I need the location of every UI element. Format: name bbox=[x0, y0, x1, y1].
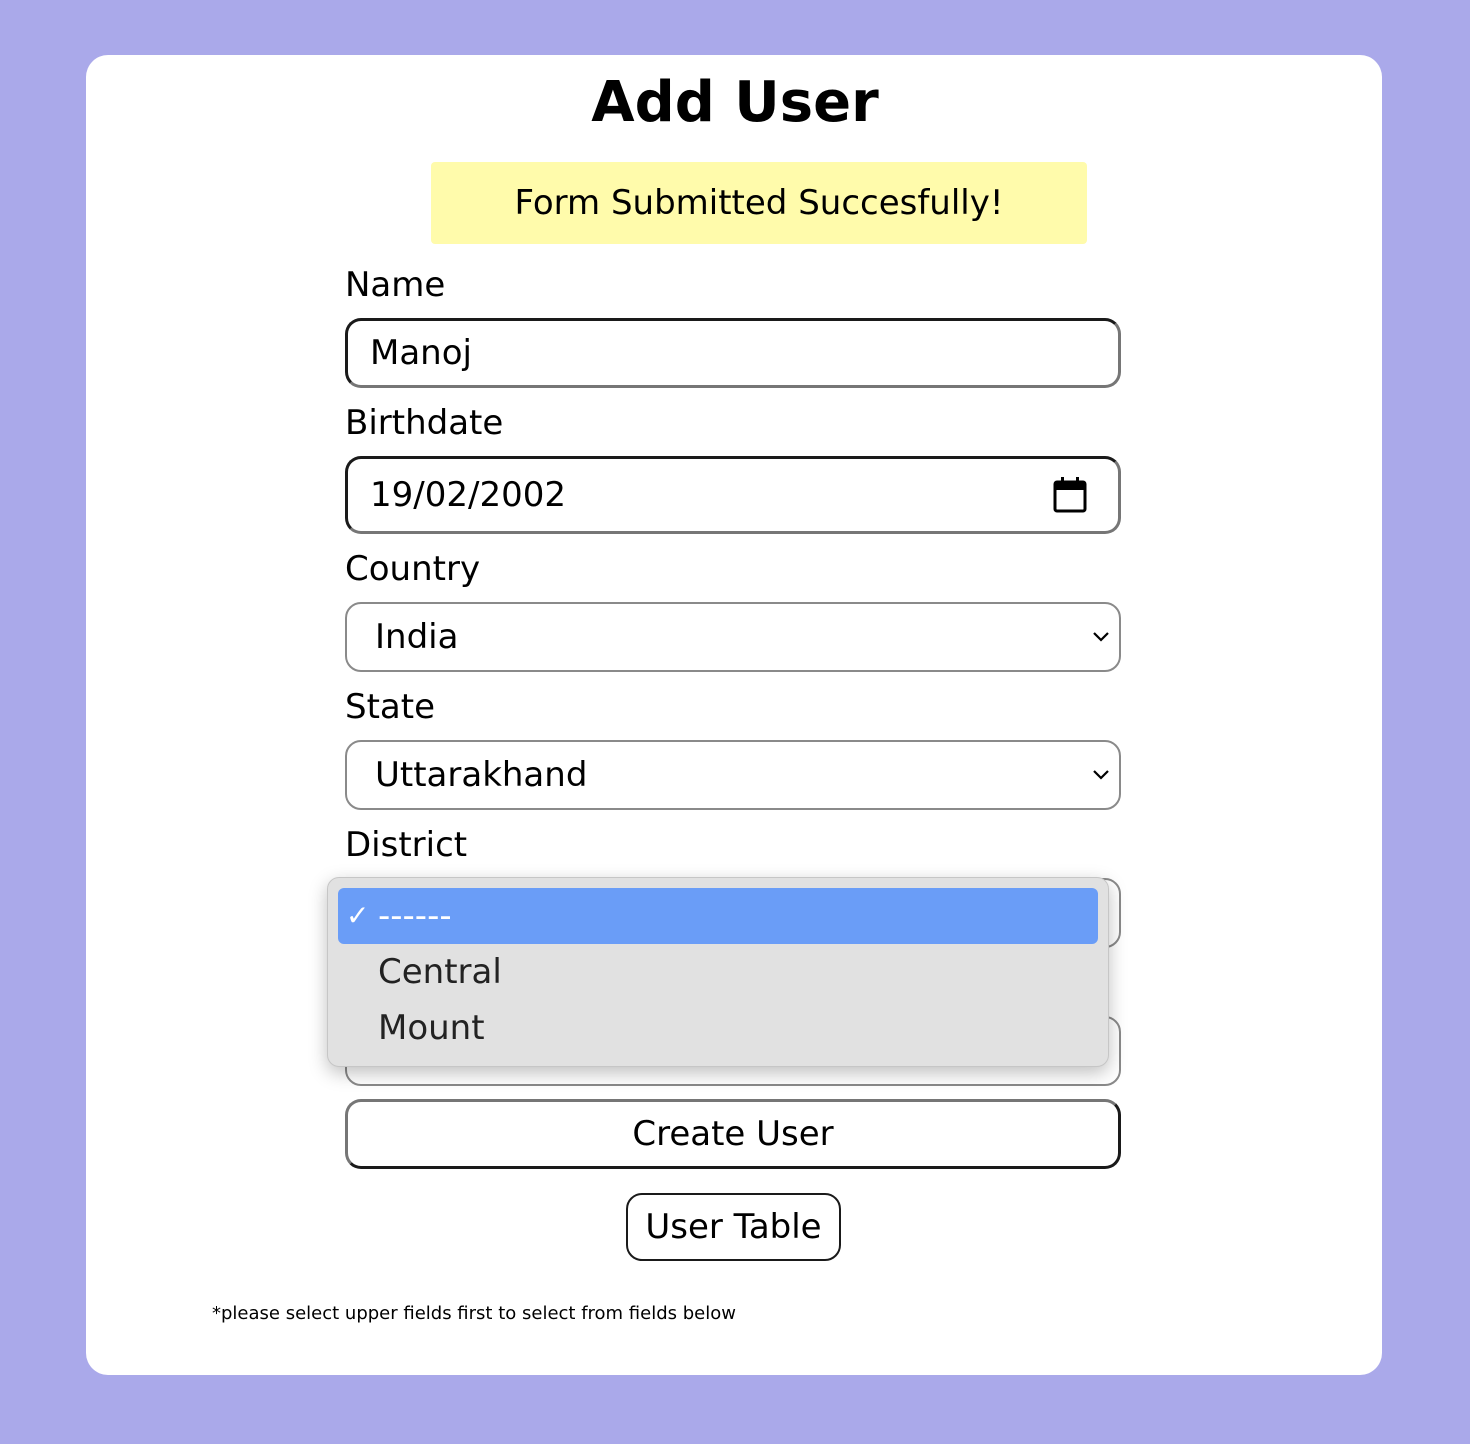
chevron-down-icon bbox=[1093, 770, 1109, 780]
state-select-value: Uttarakhand bbox=[375, 755, 588, 795]
success-banner-text: Form Submitted Succesfully! bbox=[514, 183, 1004, 223]
footnote: *please select upper fields first to sel… bbox=[212, 1303, 736, 1324]
calendar-icon[interactable] bbox=[1052, 476, 1088, 514]
user-table-button[interactable]: User Table bbox=[626, 1193, 841, 1261]
state-select[interactable]: Uttarakhand bbox=[345, 740, 1121, 810]
state-label: State bbox=[345, 687, 435, 727]
district-label: District bbox=[345, 825, 468, 865]
district-option-placeholder[interactable]: ✓ ------ bbox=[338, 888, 1098, 944]
chevron-down-icon bbox=[1093, 632, 1109, 642]
district-dropdown-menu: ✓ ------ Central Mount bbox=[327, 877, 1109, 1067]
name-label: Name bbox=[345, 265, 446, 305]
country-select-value: India bbox=[375, 617, 459, 657]
create-user-button[interactable]: Create User bbox=[345, 1099, 1121, 1169]
district-option-central[interactable]: Central bbox=[338, 944, 1098, 1000]
district-option-label: ------ bbox=[378, 896, 452, 936]
district-option-label: Central bbox=[378, 952, 502, 992]
birthdate-input[interactable]: 19/02/2002 bbox=[345, 456, 1121, 534]
birthdate-input-value: 19/02/2002 bbox=[370, 475, 566, 515]
page-title: Add User bbox=[591, 70, 879, 135]
country-select[interactable]: India bbox=[345, 602, 1121, 672]
district-option-label: Mount bbox=[378, 1008, 485, 1048]
checkmark-icon: ✓ bbox=[346, 899, 370, 932]
country-label: Country bbox=[345, 549, 481, 589]
birthdate-label: Birthdate bbox=[345, 403, 504, 443]
form-card bbox=[86, 55, 1382, 1375]
district-option-mount[interactable]: Mount bbox=[338, 1000, 1098, 1056]
name-input[interactable]: Manoj bbox=[345, 318, 1121, 388]
name-input-value: Manoj bbox=[370, 333, 472, 373]
success-banner: Form Submitted Succesfully! bbox=[431, 162, 1087, 244]
